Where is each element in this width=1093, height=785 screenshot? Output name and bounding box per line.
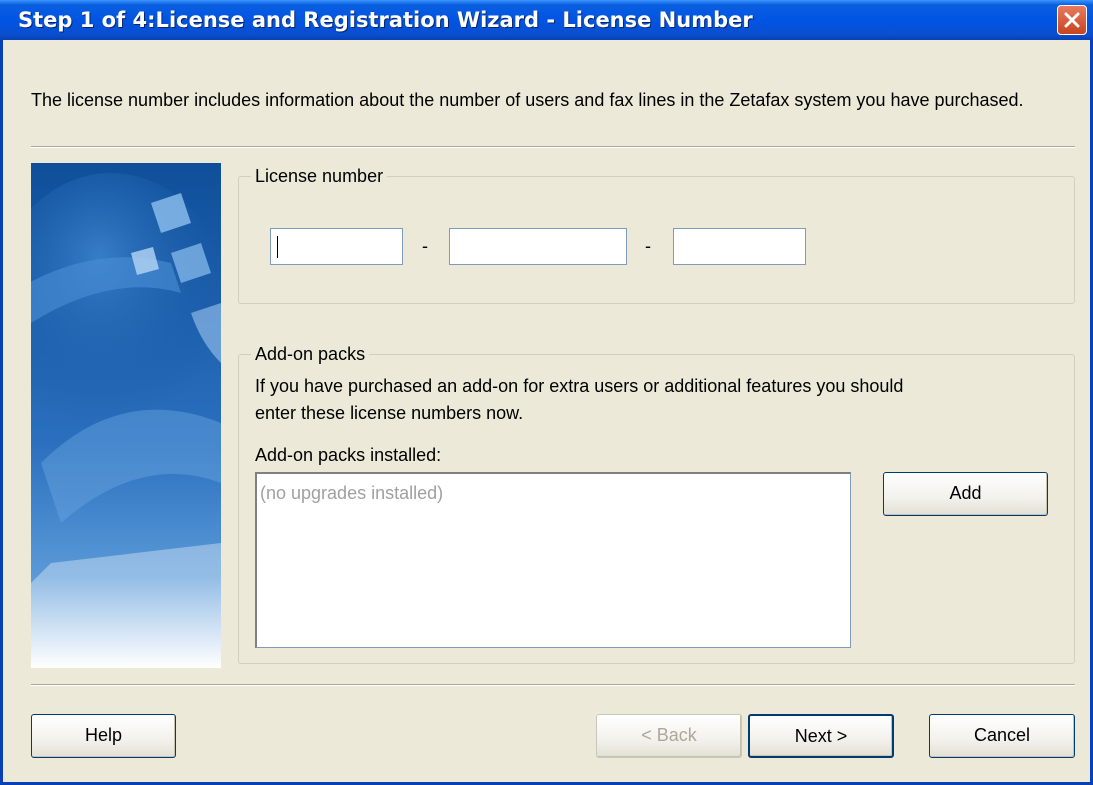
addon-installed-label: Add-on packs installed: bbox=[255, 445, 442, 465]
bottom-separator bbox=[31, 684, 1075, 686]
license-separator-1: - bbox=[422, 236, 428, 256]
license-number-legend: License number bbox=[251, 165, 388, 187]
license-field-1[interactable] bbox=[270, 228, 403, 265]
window-title: Step 1 of 4:License and Registration Wiz… bbox=[18, 8, 753, 32]
close-icon bbox=[1064, 12, 1080, 28]
addon-description-line2: enter these license numbers now. bbox=[255, 403, 524, 423]
license-separator-2: - bbox=[645, 236, 651, 256]
top-separator bbox=[31, 146, 1075, 148]
close-button[interactable] bbox=[1057, 5, 1087, 35]
title-bar[interactable]: Step 1 of 4:License and Registration Wiz… bbox=[0, 0, 1093, 40]
addon-packs-listbox[interactable]: (no upgrades installed) bbox=[255, 472, 851, 648]
license-field-2[interactable] bbox=[449, 228, 627, 265]
cancel-button[interactable]: Cancel bbox=[929, 714, 1075, 758]
next-button[interactable]: Next > bbox=[748, 714, 894, 758]
license-field-3[interactable] bbox=[673, 228, 806, 265]
list-item[interactable]: (no upgrades installed) bbox=[260, 481, 443, 505]
text-caret bbox=[277, 236, 278, 258]
addon-description-line1: If you have purchased an add-on for extr… bbox=[255, 376, 904, 396]
help-button[interactable]: Help bbox=[31, 714, 176, 758]
add-button[interactable]: Add bbox=[883, 472, 1048, 516]
zetafax-banner-graphic bbox=[31, 163, 221, 668]
addon-packs-legend: Add-on packs bbox=[251, 343, 370, 365]
intro-text: The license number includes information … bbox=[31, 90, 1024, 110]
back-button[interactable]: < Back bbox=[596, 714, 742, 758]
